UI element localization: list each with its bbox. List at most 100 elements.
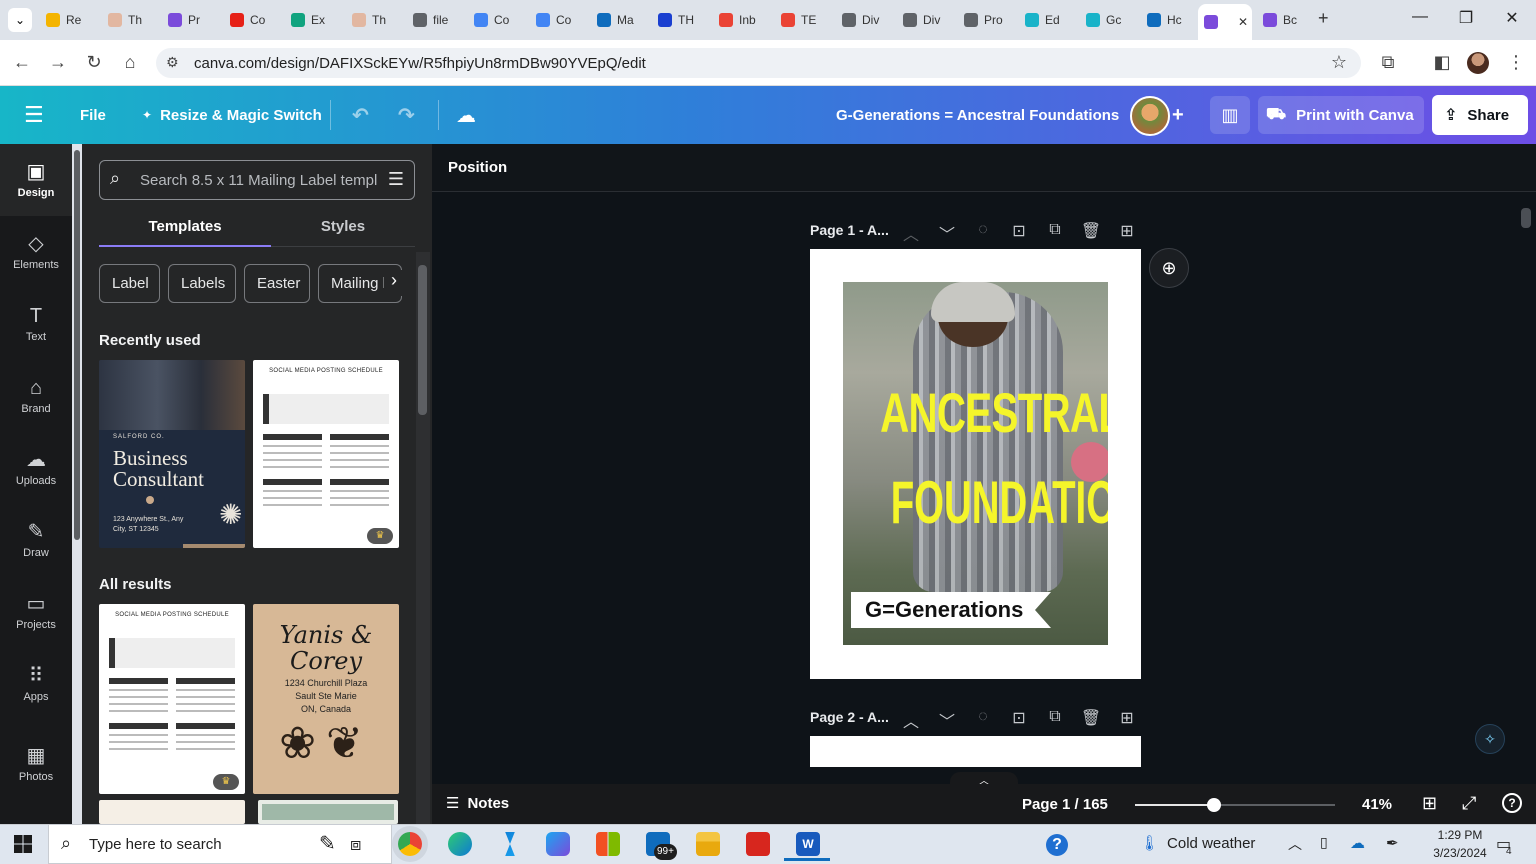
copilot-icon[interactable] [546, 832, 570, 856]
browser-tab[interactable]: Hc [1141, 6, 1197, 34]
rail-item-uploads[interactable]: ☁ Uploads [0, 436, 72, 500]
new-tab-button[interactable]: + [1318, 8, 1329, 29]
move-up-icon[interactable]: ︿ [893, 708, 929, 732]
store-icon[interactable] [596, 832, 620, 856]
generations-banner[interactable]: G=Generations [851, 592, 1051, 628]
tab-search-button[interactable]: ⌄ [8, 8, 32, 32]
browser-tab[interactable]: TH [652, 6, 708, 34]
browser-tab[interactable]: Pr [162, 6, 218, 34]
browser-tab[interactable]: Pro [958, 6, 1014, 34]
magic-assistant-button[interactable]: ✧ [1475, 724, 1505, 754]
comment-button[interactable]: ⊕ [1149, 248, 1189, 288]
filter-icon[interactable]: ☰ [388, 169, 404, 190]
site-info-icon[interactable]: ⚙ [166, 54, 179, 71]
file-menu-button[interactable]: File [80, 86, 106, 144]
word-icon[interactable]: W [796, 832, 820, 856]
browser-tab[interactable]: Co [530, 6, 586, 34]
notes-button[interactable]: ☰ Notes [446, 794, 509, 813]
tab-templates[interactable]: Templates [99, 218, 271, 235]
task-view-icon[interactable]: ⧈ [350, 834, 361, 855]
browser-tab[interactable]: Gc [1080, 6, 1136, 34]
move-down-icon[interactable]: ﹀ [929, 708, 965, 732]
rail-item-elements[interactable]: ◇ Elements [0, 220, 72, 284]
insights-button[interactable]: ▥ [1210, 96, 1250, 134]
help-taskbar-icon[interactable]: ? [1046, 834, 1068, 856]
profile-avatar[interactable] [1467, 52, 1489, 74]
taskbar-search-input[interactable]: ⌕ Type here to search ✎ [48, 824, 392, 864]
browser-tab[interactable]: Inb [713, 6, 769, 34]
hide-icon[interactable]: ◌ [965, 708, 1001, 732]
design-photo[interactable]: ANCESTRAL FOUNDATIONS G=Generations [843, 282, 1108, 645]
duplicate-icon[interactable]: ⧉ [1037, 221, 1073, 245]
extensions-icon[interactable]: ⧉ [1376, 52, 1400, 73]
duplicate-icon[interactable]: ⧉ [1037, 708, 1073, 732]
reload-icon[interactable]: ↻ [82, 52, 106, 73]
close-window-button[interactable]: ✕ [1492, 8, 1532, 28]
grid-view-icon[interactable]: ⊞ [1422, 793, 1437, 814]
browser-tab[interactable]: ✕ [1198, 4, 1252, 40]
browser-tab[interactable]: Bc [1257, 6, 1313, 34]
rail-item-apps[interactable]: ⠿ Apps [0, 652, 72, 716]
menu-button[interactable]: ☰ [24, 86, 44, 144]
rail-item-design[interactable]: ▣ Design [0, 148, 72, 212]
clock-date[interactable]: 3/23/2024 [1422, 846, 1498, 860]
back-icon[interactable]: ← [10, 52, 34, 73]
rail-item-photos[interactable]: ▦ Photos [0, 732, 72, 796]
template-yanis-corey[interactable]: Yanis & Corey 1234 Churchill Plaza Sault… [253, 604, 399, 794]
side-panel-icon[interactable]: ◧ [1430, 52, 1454, 73]
save-status-button[interactable]: ☁ [456, 86, 476, 144]
acrobat-icon[interactable] [746, 832, 770, 856]
add-collaborator-button[interactable]: + [1172, 86, 1184, 144]
chip-easter[interactable]: Easter [244, 264, 310, 303]
close-tab-icon[interactable]: ✕ [1238, 15, 1248, 29]
template-business-consultant[interactable]: SALFORD CO. Business Consultant 123 Anyw… [99, 360, 245, 548]
headline-ancestral[interactable]: ANCESTRAL [880, 380, 1108, 445]
chip-labels[interactable]: Labels [168, 264, 236, 303]
url-field[interactable]: ⚙ canva.com/design/DAFIXSckEYw/R5fhpiyUn… [156, 48, 1361, 78]
tray-chevron-icon[interactable]: ︿ [1288, 834, 1302, 854]
browser-tab[interactable]: Th [346, 6, 402, 34]
chrome-icon[interactable] [398, 832, 422, 856]
browser-tab[interactable]: Div [897, 6, 953, 34]
delete-icon[interactable]: 🗑 [1073, 221, 1109, 245]
delete-icon[interactable]: 🗑 [1073, 708, 1109, 732]
panel-scroll-thumb[interactable] [418, 265, 427, 415]
edge-icon[interactable] [448, 832, 472, 856]
rail-scrollbar[interactable] [74, 150, 80, 540]
browser-tab[interactable]: TE [775, 6, 831, 34]
move-up-icon[interactable]: ︿ [893, 221, 929, 245]
file-explorer-icon[interactable] [696, 832, 720, 856]
design-title[interactable]: G-Generations = Ancestral Foundations [836, 86, 1119, 144]
forward-icon[interactable]: → [46, 52, 70, 73]
browser-tab[interactable]: Re [40, 6, 96, 34]
chip-label[interactable]: Label [99, 264, 160, 303]
lock-icon[interactable]: ⊡ [1001, 708, 1037, 732]
template-social-schedule-2[interactable]: SOCIAL MEDIA POSTING SCHEDULE ♛ [99, 604, 245, 794]
home-icon[interactable]: ⌂ [118, 52, 142, 73]
lock-icon[interactable]: ⊡ [1001, 221, 1037, 245]
position-button[interactable]: Position [448, 159, 507, 176]
template-partial-1[interactable] [99, 800, 245, 824]
tab-styles[interactable]: Styles [271, 218, 415, 235]
clock-time[interactable]: 1:29 PM [1430, 828, 1490, 842]
device-icon[interactable]: ▯ [1320, 834, 1328, 851]
collaborator-avatar[interactable] [1130, 96, 1170, 136]
canvas-scrollbar-thumb[interactable] [1521, 208, 1531, 228]
help-icon[interactable]: ? [1502, 793, 1522, 813]
browser-menu-icon[interactable]: ⋮ [1504, 52, 1528, 73]
page-2[interactable] [810, 736, 1141, 767]
resize-magic-switch-button[interactable]: ✦ Resize & Magic Switch [142, 86, 322, 144]
fullscreen-icon[interactable]: ⤢ [1462, 793, 1476, 814]
windows-start-icon[interactable] [14, 835, 32, 853]
maximize-button[interactable]: ❐ [1446, 8, 1486, 28]
rail-item-draw[interactable]: ✎ Draw [0, 508, 72, 572]
bookmark-star-icon[interactable]: ☆ [1331, 52, 1347, 73]
template-social-schedule[interactable]: SOCIAL MEDIA POSTING SCHEDULE ♛ [253, 360, 399, 548]
browser-tab[interactable]: Ex [285, 6, 341, 34]
zoom-slider-thumb[interactable] [1207, 798, 1221, 812]
print-with-canva-button[interactable]: ⛟ Print with Canva [1258, 96, 1424, 134]
add-page-icon[interactable]: ⊞ [1109, 708, 1145, 732]
onedrive-icon[interactable]: ☁ [1350, 834, 1365, 852]
rail-item-text[interactable]: T Text [0, 292, 72, 356]
template-search-input[interactable]: ⌕ Search 8.5 x 11 Mailing Label templ ☰ [99, 160, 415, 200]
